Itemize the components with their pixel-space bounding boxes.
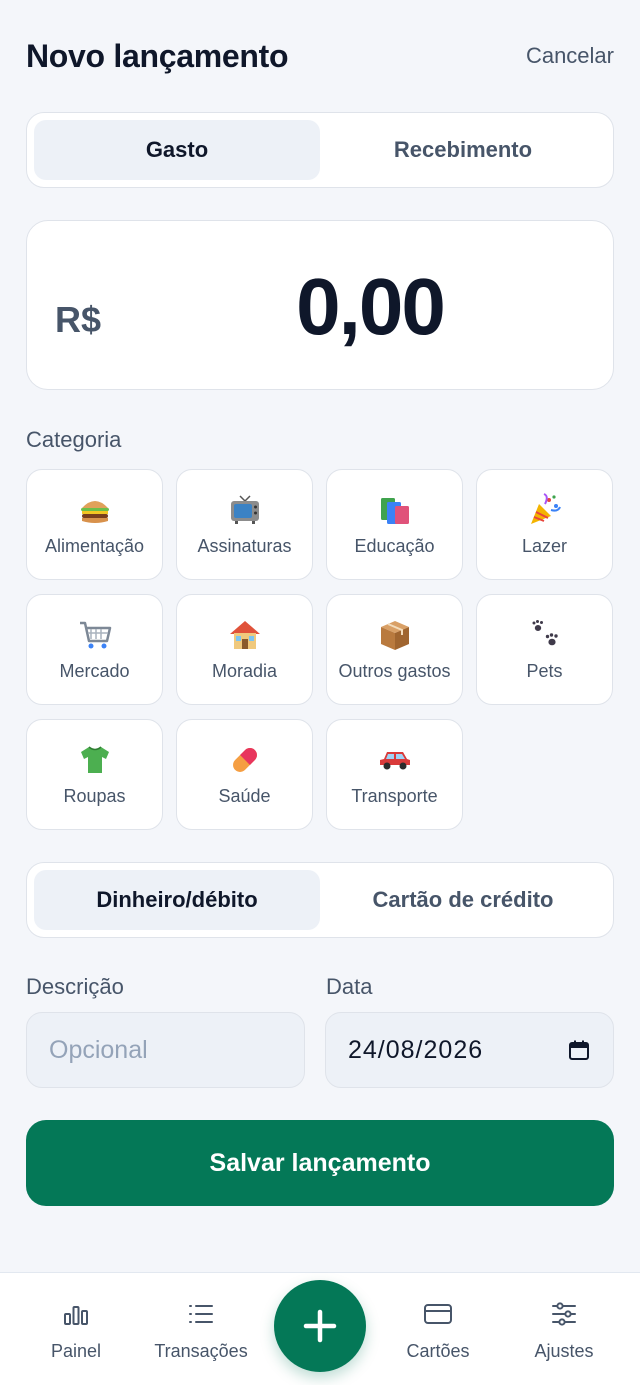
add-entry-fab[interactable]	[274, 1280, 366, 1372]
category-label-text: Outros gastos	[338, 661, 451, 681]
type-income-option[interactable]: Recebimento	[320, 120, 606, 180]
nav-label: Cartões	[406, 1341, 470, 1361]
amount-input[interactable]: R$ 0,00	[26, 220, 614, 390]
amount-value[interactable]: 0,00	[187, 261, 553, 353]
car-icon	[379, 752, 410, 770]
pill-icon	[232, 748, 257, 772]
date-label: Data	[326, 974, 373, 999]
package-icon	[380, 621, 409, 650]
category-label-text: Saúde	[218, 786, 271, 806]
category-label-text: Moradia	[211, 661, 278, 681]
date-value: 24/08/2026	[348, 1035, 484, 1064]
bar-chart-icon	[64, 1306, 88, 1325]
category-label-text: Mercado	[59, 661, 130, 681]
list-icon	[189, 1305, 213, 1323]
category-label-text: Pets	[526, 661, 563, 681]
nav-item-cartoes[interactable]: Cartões	[383, 1273, 493, 1385]
entry-type-toggle: Gasto Recebimento	[26, 112, 614, 188]
type-expense-option[interactable]: Gasto	[34, 120, 320, 180]
category-label-text: Alimentação	[44, 536, 145, 556]
payment-credit-card-option[interactable]: Cartão de crédito	[320, 870, 606, 930]
header: Novo lançamento Cancelar	[26, 34, 614, 78]
currency-symbol: R$	[55, 299, 102, 340]
category-label-text: Roupas	[63, 786, 126, 806]
date-field[interactable]: 24/08/2026	[325, 1012, 614, 1088]
nav-item-painel[interactable]: Painel	[21, 1273, 131, 1385]
nav-label: Transações	[154, 1341, 248, 1361]
books-icon	[380, 498, 409, 524]
category-transporte[interactable]: Transporte	[326, 719, 463, 830]
plus-icon	[303, 1309, 337, 1343]
nav-item-transacoes[interactable]: Transações	[146, 1273, 256, 1385]
shopping-cart-icon	[79, 621, 111, 649]
paw-prints-icon	[532, 620, 558, 646]
category-label: Categoria	[26, 427, 122, 452]
category-educacao[interactable]: Educação	[326, 469, 463, 580]
category-label-text: Assinaturas	[197, 536, 292, 556]
calendar-icon[interactable]	[567, 1038, 591, 1062]
description-label: Descrição	[26, 974, 124, 999]
category-outros-gastos[interactable]: Outros gastos	[326, 594, 463, 705]
category-assinaturas[interactable]: Assinaturas	[176, 469, 313, 580]
description-field[interactable]: Opcional	[26, 1012, 305, 1088]
category-mercado[interactable]: Mercado	[26, 594, 163, 705]
tv-icon	[230, 495, 259, 524]
payment-cash-debit-option[interactable]: Dinheiro/débito	[34, 870, 320, 930]
category-label-text: Lazer	[521, 536, 568, 556]
save-entry-button[interactable]: Salvar lançamento	[26, 1120, 614, 1206]
nav-item-ajustes[interactable]: Ajustes	[509, 1273, 619, 1385]
category-moradia[interactable]: Moradia	[176, 594, 313, 705]
category-alimentacao[interactable]: Alimentação	[26, 469, 163, 580]
nav-label: Painel	[50, 1341, 102, 1361]
category-label-text: Transporte	[351, 786, 438, 806]
category-grid: Alimentação Assinaturas Educação Lazer M…	[26, 469, 614, 830]
category-pets[interactable]: Pets	[476, 594, 613, 705]
house-icon	[229, 621, 260, 649]
party-popper-icon	[530, 493, 561, 524]
credit-card-icon	[424, 1304, 452, 1324]
page-title: Novo lançamento	[26, 37, 289, 74]
category-saude[interactable]: Saúde	[176, 719, 313, 830]
payment-method-toggle: Dinheiro/débito Cartão de crédito	[26, 862, 614, 938]
new-entry-screen: Novo lançamento Cancelar Gasto Recebimen…	[0, 0, 640, 1385]
burger-icon	[80, 501, 109, 523]
cancel-button[interactable]: Cancelar	[526, 43, 614, 69]
category-roupas[interactable]: Roupas	[26, 719, 163, 830]
tshirt-icon	[80, 746, 109, 773]
category-lazer[interactable]: Lazer	[476, 469, 613, 580]
sliders-icon	[552, 1302, 576, 1326]
category-label-text: Educação	[354, 536, 435, 556]
nav-label: Ajustes	[534, 1341, 594, 1361]
